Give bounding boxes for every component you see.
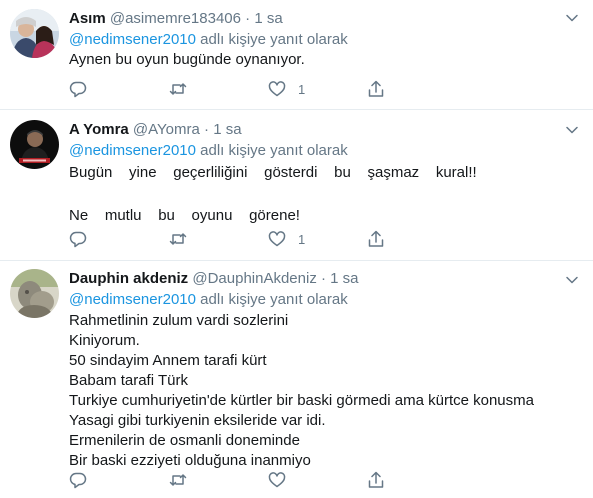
tweet-header: Dauphin akdeniz @DauphinAkdeniz · 1 sa bbox=[69, 270, 583, 288]
tweet-text-line: Rahmetlinin zulum vardi sozlerini bbox=[69, 312, 289, 329]
tweet-text-line: Bugün yine geçerliliğini gösterdi bu şaş… bbox=[69, 164, 477, 181]
heart-icon bbox=[268, 231, 286, 247]
separator-dot: · bbox=[321, 270, 326, 287]
display-name[interactable]: A Yomra bbox=[69, 121, 129, 138]
chevron-down-icon[interactable] bbox=[565, 273, 579, 287]
tweet-text-line: Babam tarafi Türk bbox=[69, 372, 188, 389]
reply-context: @nedimsener2010 adlı kişiye yanıt olarak bbox=[69, 290, 583, 310]
timestamp[interactable]: 1 sa bbox=[213, 121, 241, 138]
tweet-text-line: 50 sindayim Annem tarafi kürt bbox=[69, 352, 267, 369]
retweet-icon bbox=[169, 233, 187, 245]
reply-icon bbox=[69, 472, 87, 489]
heart-icon bbox=[268, 81, 286, 97]
reply-icon bbox=[69, 231, 87, 248]
reply-context-text: adlı kişiye yanıt olarak bbox=[195, 142, 348, 159]
tweet[interactable]: A Yomra @AYomra · 1 sa @nedimsener2010 a… bbox=[0, 110, 593, 261]
tweet[interactable]: Dauphin akdeniz @DauphinAkdeniz · 1 sa @… bbox=[0, 261, 593, 498]
reply-button[interactable] bbox=[69, 79, 87, 99]
separator-dot: · bbox=[204, 121, 210, 138]
tweet-text-line: Ermenilerin de osmanli doneminde bbox=[69, 432, 300, 449]
display-name[interactable]: Asım bbox=[69, 10, 106, 27]
reply-button[interactable] bbox=[69, 229, 87, 249]
tweet-header: A Yomra @AYomra · 1 sa bbox=[69, 121, 583, 139]
avatar[interactable] bbox=[10, 120, 59, 169]
reply-context-text: adlı kişiye yanıt olarak bbox=[195, 31, 348, 48]
share-icon bbox=[368, 80, 384, 97]
share-icon bbox=[368, 230, 384, 247]
retweet-icon bbox=[169, 474, 187, 486]
share-button[interactable] bbox=[367, 229, 385, 249]
share-button[interactable] bbox=[367, 470, 385, 490]
username[interactable]: @AYomra bbox=[133, 121, 200, 138]
tweet-text-line: Aynen bu oyun bugünde oynanıyor. bbox=[69, 51, 305, 68]
like-count: 1 bbox=[298, 81, 306, 97]
retweet-button[interactable] bbox=[169, 470, 187, 490]
display-name[interactable]: Dauphin akdeniz bbox=[69, 270, 188, 287]
tweet-text: Aynen bu oyun bugünde oynanıyor. bbox=[69, 50, 583, 70]
retweet-button[interactable] bbox=[169, 79, 187, 99]
retweet-button[interactable] bbox=[169, 229, 187, 249]
tweet-text-line: Turkiye cumhuriyetin'de kürtler bir bask… bbox=[69, 392, 534, 409]
tweet[interactable]: Asım @asimemre183406 · 1 sa @nedimsener2… bbox=[0, 0, 593, 110]
heart-icon bbox=[268, 472, 286, 488]
username[interactable]: @asimemre183406 bbox=[110, 10, 241, 27]
tweet-text-line bbox=[69, 183, 583, 203]
reply-context: @nedimsener2010 adlı kişiye yanıt olarak bbox=[69, 141, 583, 161]
tweet-actions: 1 bbox=[69, 229, 399, 249]
tweet-replies-feed: Asım @asimemre183406 · 1 sa @nedimsener2… bbox=[0, 0, 593, 498]
reply-icon bbox=[69, 81, 87, 98]
like-button[interactable]: 1 bbox=[268, 79, 305, 99]
tweet-text-line: Kiniyorum. bbox=[69, 332, 140, 349]
share-button[interactable] bbox=[367, 79, 385, 99]
reply-mention-link[interactable]: @nedimsener2010 bbox=[69, 142, 196, 159]
tweet-text-line: Yasagi gibi turkiyenin eksileride var id… bbox=[69, 412, 326, 429]
tweet-text-line: Bir baski ezziyeti olduğuna inanmiyo bbox=[69, 452, 311, 469]
retweet-icon bbox=[169, 83, 187, 95]
chevron-down-icon[interactable] bbox=[565, 11, 579, 25]
tweet-text: Rahmetlinin zulum vardi sozlerini Kiniyo… bbox=[69, 311, 583, 471]
like-button[interactable]: 1 bbox=[268, 229, 305, 249]
separator-dot: · bbox=[245, 10, 251, 27]
tweet-actions: 1 bbox=[69, 79, 399, 99]
avatar[interactable] bbox=[10, 269, 59, 318]
tweet-text: Bugün yine geçerliliğini gösterdi bu şaş… bbox=[69, 163, 583, 226]
like-count: 1 bbox=[298, 231, 306, 247]
reply-context-text: adlı kişiye yanıt olarak bbox=[195, 291, 348, 308]
reply-mention-link[interactable]: @nedimsener2010 bbox=[69, 291, 196, 308]
reply-mention-link[interactable]: @nedimsener2010 bbox=[69, 31, 196, 48]
tweet-text-line: Ne mutlu bu oyunu görene! bbox=[69, 207, 300, 224]
avatar[interactable] bbox=[10, 9, 59, 58]
share-icon bbox=[368, 471, 384, 488]
reply-button[interactable] bbox=[69, 470, 87, 490]
username[interactable]: @DauphinAkdeniz bbox=[192, 270, 316, 287]
tweet-actions bbox=[69, 470, 399, 490]
timestamp[interactable]: 1 sa bbox=[254, 10, 282, 27]
tweet-header: Asım @asimemre183406 · 1 sa bbox=[69, 10, 583, 28]
chevron-down-icon[interactable] bbox=[565, 123, 579, 137]
reply-context: @nedimsener2010 adlı kişiye yanıt olarak bbox=[69, 30, 583, 50]
timestamp[interactable]: 1 sa bbox=[330, 270, 358, 287]
like-button[interactable] bbox=[268, 470, 298, 490]
